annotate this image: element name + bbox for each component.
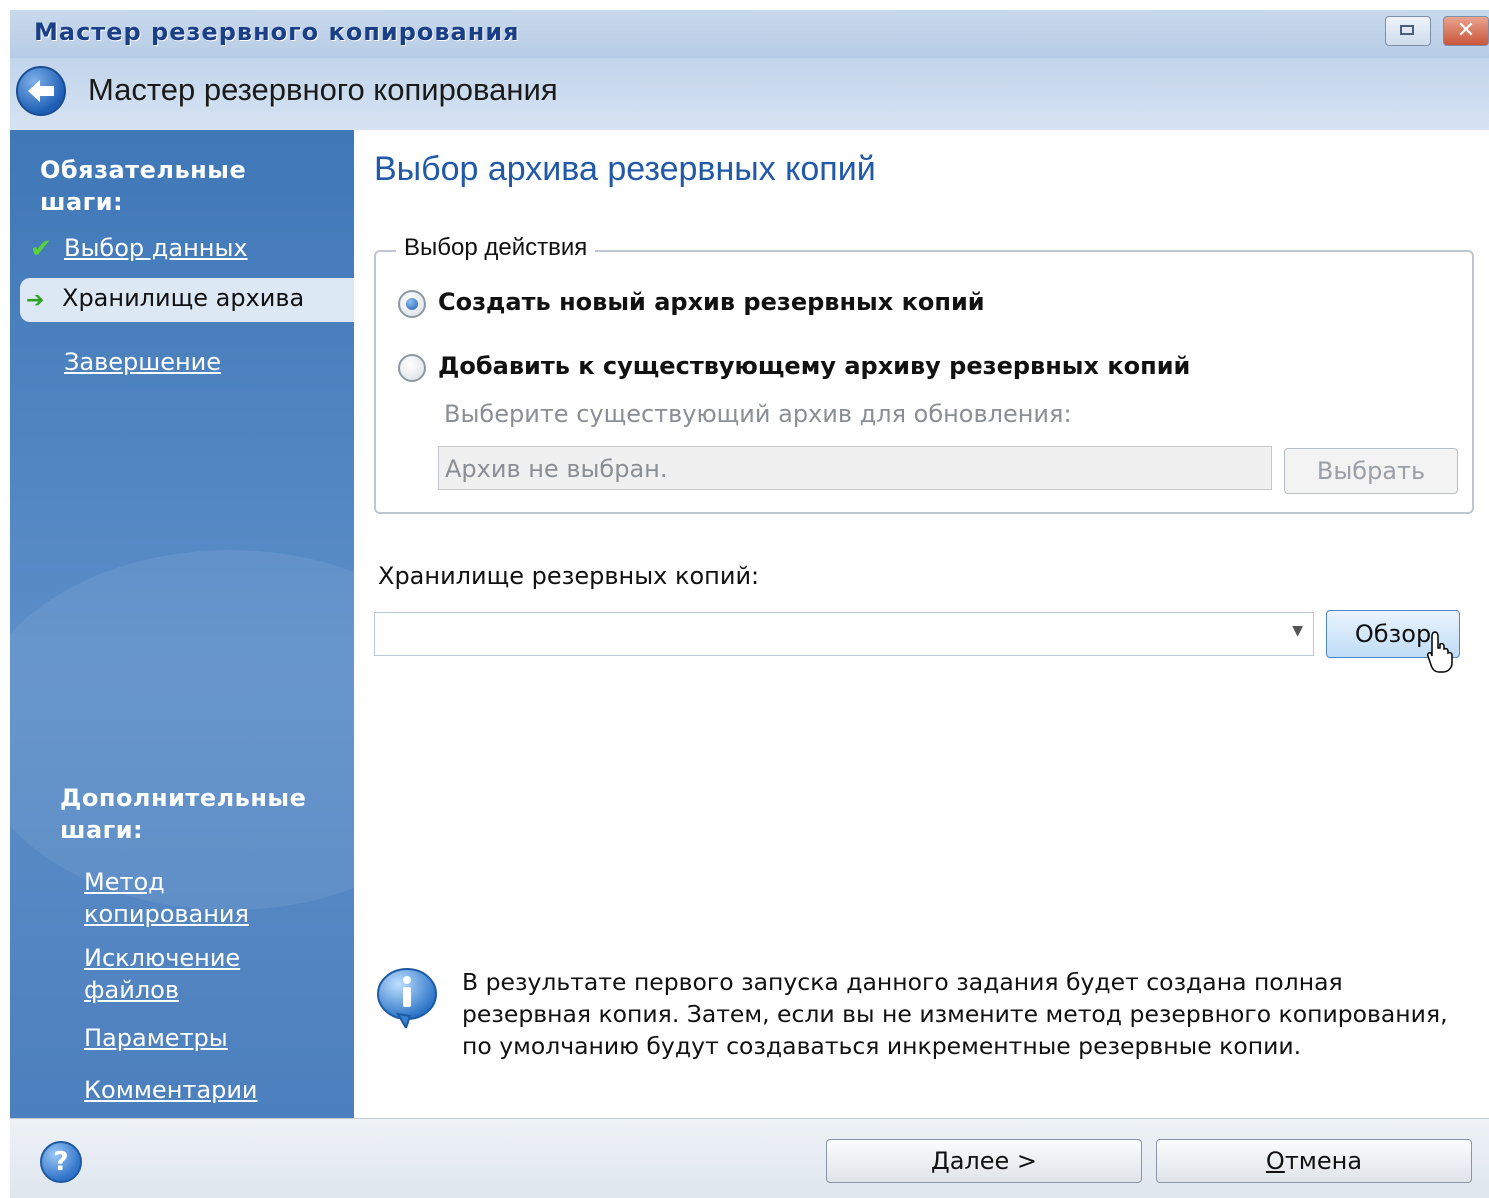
step-finish[interactable]: Завершение	[64, 346, 221, 378]
window-title: Мастер резервного копирования	[34, 18, 520, 46]
step-archive-location[interactable]: ➔ Хранилище архива	[20, 278, 354, 322]
wizard-steps-sidebar: Обязательные шаги: ✔ Выбор данных ➔ Хран…	[10, 130, 354, 1118]
cancel-button[interactable]: Отмена	[1156, 1139, 1472, 1183]
storage-location-combobox[interactable]: ▼	[374, 612, 1314, 656]
back-arrow-icon	[28, 80, 54, 102]
restore-icon	[1400, 25, 1414, 35]
back-button[interactable]	[16, 66, 66, 116]
header-title: Мастер резервного копирования	[88, 72, 558, 107]
step-file-exclusion[interactable]: Исключение файлов	[84, 942, 284, 1006]
checkmark-icon: ✔	[30, 234, 52, 264]
close-button[interactable]: ✕	[1443, 16, 1489, 46]
header-bar: Мастер резервного копирования	[10, 58, 1489, 130]
current-step-arrow-icon: ➔	[26, 288, 45, 313]
info-icon	[377, 968, 437, 1028]
restore-button[interactable]	[1385, 16, 1431, 46]
next-button[interactable]: Далее >	[826, 1139, 1142, 1183]
add-to-existing-archive-radio[interactable]	[398, 354, 426, 382]
title-bar: Мастер резервного копирования ✕	[10, 10, 1489, 58]
create-new-archive-radio[interactable]	[398, 290, 426, 318]
backup-wizard-window: Мастер резервного копирования ✕ Мастер р…	[10, 10, 1489, 1198]
add-to-existing-archive-label[interactable]: Добавить к существующему архиву резервны…	[438, 352, 1190, 380]
choose-archive-button: Выбрать	[1284, 448, 1458, 494]
dropdown-arrow-icon[interactable]: ▼	[1292, 623, 1303, 639]
mouse-cursor-icon	[1427, 631, 1453, 673]
step-backup-method[interactable]: Метод копирования	[84, 866, 284, 930]
next-button-label: алее >	[949, 1147, 1038, 1175]
action-group-legend: Выбор действия	[396, 234, 596, 262]
close-icon: ✕	[1456, 18, 1476, 43]
wizard-footer: ? Далее > Отмена	[10, 1118, 1489, 1198]
wizard-content: Выбор архива резервных копий Выбор дейст…	[354, 130, 1489, 1118]
step-archive-location-label: Хранилище архива	[62, 284, 305, 312]
step-select-data[interactable]: Выбор данных	[64, 232, 248, 264]
action-selection-group: Выбор действия Создать новый архив резер…	[374, 234, 1474, 514]
existing-archive-value: Архив не выбран.	[445, 455, 668, 483]
page-title: Выбор архива резервных копий	[374, 150, 876, 188]
create-new-archive-label[interactable]: Создать новый архив резервных копий	[438, 288, 985, 316]
cancel-button-label: тмена	[1284, 1147, 1363, 1175]
info-message: В результате первого запуска данного зад…	[462, 968, 1448, 1060]
step-comments[interactable]: Комментарии	[84, 1074, 258, 1106]
existing-archive-hint: Выберите существующий архив для обновлен…	[444, 400, 1072, 428]
step-parameters[interactable]: Параметры	[84, 1022, 228, 1054]
sidebar-decoration	[10, 550, 354, 910]
next-button-accelerator: Д	[930, 1147, 950, 1175]
help-icon[interactable]: ?	[40, 1141, 82, 1183]
storage-label: Хранилище резервных копий:	[378, 562, 760, 590]
optional-steps-heading: Дополнительные шаги:	[60, 784, 307, 844]
required-steps-heading: Обязательные шаги:	[40, 156, 247, 216]
existing-archive-field: Архив не выбран.	[438, 446, 1272, 490]
cancel-button-accelerator: О	[1265, 1147, 1285, 1175]
